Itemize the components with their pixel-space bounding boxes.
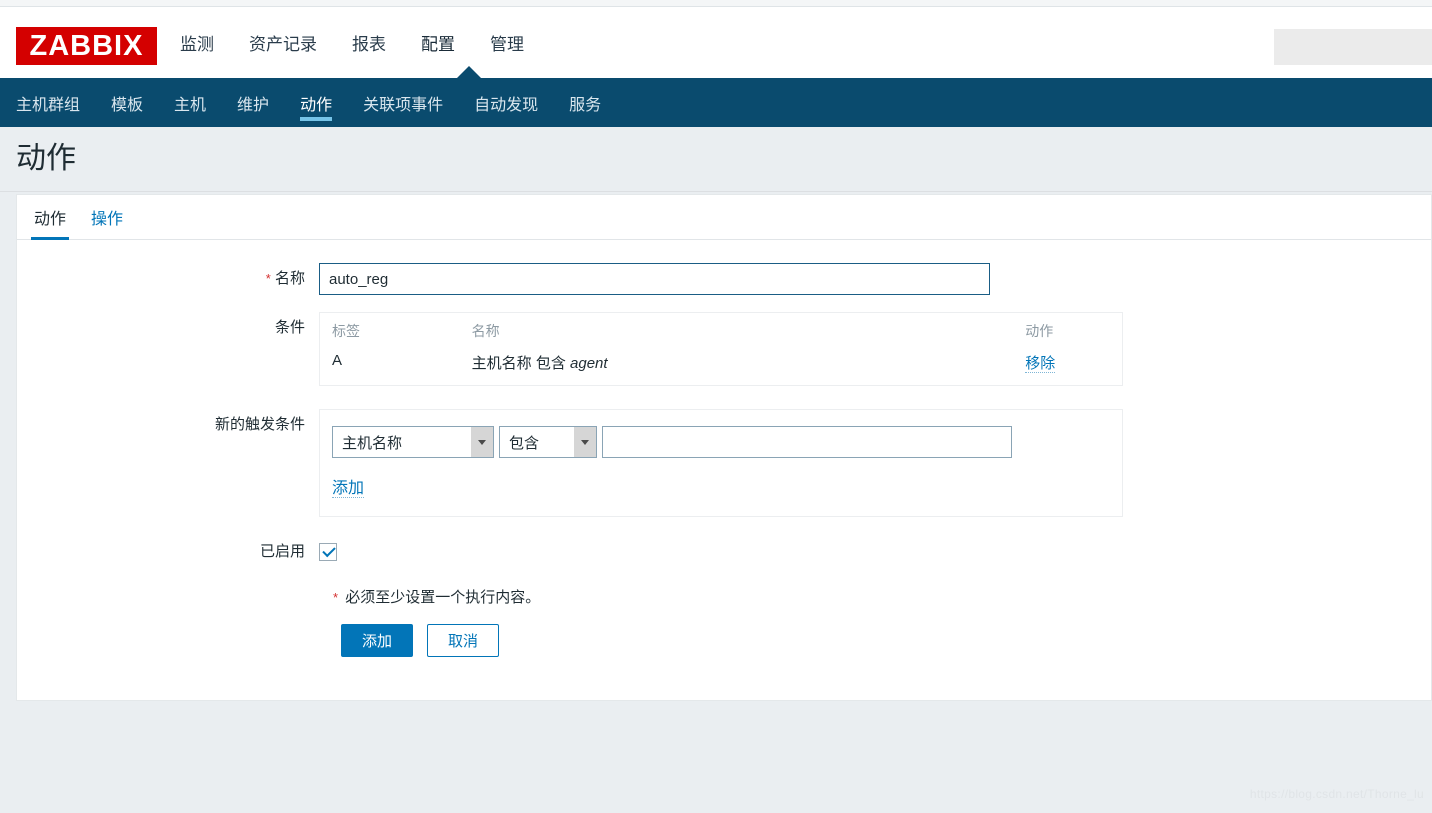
tab-action[interactable]: 动作: [30, 205, 70, 240]
condition-tag: A: [332, 352, 343, 369]
required-marker: *: [333, 590, 339, 605]
enabled-label: 已启用: [259, 543, 305, 560]
search-input[interactable]: [1274, 29, 1432, 65]
condition-description: 主机名称 包含 agent: [460, 347, 1014, 385]
menu-item-reports[interactable]: 报表: [352, 28, 386, 57]
new-condition-controls: 主机名称 包含: [332, 426, 1122, 458]
page-title: 动作: [16, 142, 76, 175]
conditions-label: 条件: [274, 319, 305, 336]
conditions-table-header-row: 标签 名称 动作: [320, 313, 1122, 347]
table-row: A 主机名称 包含 agent 移除: [320, 347, 1122, 385]
form-row-enabled: 已启用: [17, 536, 1431, 568]
conditions-table: 标签 名称 动作 A 主机名称 包含 agent 移除: [320, 313, 1122, 385]
subnav-item-event-correlation[interactable]: 关联项事件: [363, 78, 443, 127]
subnav-item-templates[interactable]: 模板: [111, 78, 143, 127]
col-header-name: 名称: [471, 323, 500, 339]
condition-type-select[interactable]: 主机名称: [332, 426, 494, 458]
tab-bar: 动作 操作: [17, 195, 1431, 240]
remove-condition-link[interactable]: 移除: [1025, 355, 1056, 373]
menu-item-monitoring[interactable]: 监测: [180, 28, 214, 57]
menu-item-administration[interactable]: 管理: [490, 28, 524, 57]
subnav-item-discovery[interactable]: 自动发现: [474, 78, 538, 127]
form-row-name: * 名称: [17, 263, 1431, 295]
conditions-table-box: 标签 名称 动作 A 主机名称 包含 agent 移除: [319, 312, 1123, 386]
col-header-action: 动作: [1025, 323, 1054, 339]
form-note: * 必须至少设置一个执行内容。: [17, 586, 1431, 607]
name-label-text: 名称: [274, 270, 305, 287]
subnav-item-hosts[interactable]: 主机: [174, 78, 206, 127]
watermark: https://blog.csdn.net/Thorne_lu: [1249, 787, 1424, 801]
condition-action-cell: 移除: [1013, 347, 1122, 385]
action-name-input[interactable]: [319, 263, 990, 295]
form-row-new-condition: 新的触发条件 主机名称 包含 添加: [17, 409, 1431, 517]
zabbix-logo[interactable]: ZABBIX: [16, 27, 157, 65]
form-row-conditions: 条件 标签 名称 动作 A 主机名称 包含 agent 移除: [17, 312, 1431, 386]
condition-value-input[interactable]: [602, 426, 1012, 458]
condition-type-value: 主机名称: [342, 434, 403, 452]
condition-description-prefix: 主机名称 包含: [471, 355, 571, 372]
action-form: * 名称 条件 标签 名称 动作: [17, 240, 1431, 657]
subnav-item-host-groups[interactable]: 主机群组: [16, 78, 80, 127]
enabled-checkbox[interactable]: [319, 543, 337, 561]
condition-operator-value: 包含: [509, 434, 540, 452]
col-header-tag: 标签: [332, 323, 360, 339]
page-header: 动作: [0, 127, 1432, 192]
new-condition-box: 主机名称 包含 添加: [319, 409, 1123, 517]
cancel-button[interactable]: 取消: [427, 624, 499, 657]
chevron-down-icon: [471, 427, 493, 457]
required-marker: *: [265, 271, 271, 286]
app-header: ZABBIX 监测 资产记录 报表 配置 管理: [0, 7, 1432, 78]
form-note-text: 必须至少设置一个执行内容。: [345, 589, 541, 606]
sub-navigation: 主机群组 模板 主机 维护 动作 关联项事件 自动发现 服务: [0, 66, 1432, 127]
condition-operator-select[interactable]: 包含: [499, 426, 597, 458]
condition-description-value: agent: [570, 355, 608, 372]
subnav-item-services[interactable]: 服务: [569, 78, 601, 127]
name-label: * 名称: [17, 263, 319, 295]
chevron-down-icon: [574, 427, 596, 457]
menu-item-configuration[interactable]: 配置: [421, 28, 455, 57]
tab-operations[interactable]: 操作: [91, 205, 123, 239]
add-condition-link[interactable]: 添加: [332, 480, 365, 498]
add-button[interactable]: 添加: [341, 624, 413, 657]
subnav-item-maintenance[interactable]: 维护: [237, 78, 269, 127]
new-condition-label: 新的触发条件: [214, 416, 305, 433]
top-strip: [0, 0, 1432, 7]
form-button-row: 添加 取消: [17, 624, 1431, 657]
action-form-panel: 动作 操作 * 名称 条件 标签 名称 动作: [16, 194, 1432, 701]
subnav-item-actions[interactable]: 动作: [300, 78, 333, 127]
add-condition-wrap: 添加: [332, 474, 1122, 498]
menu-item-inventory[interactable]: 资产记录: [249, 28, 317, 57]
